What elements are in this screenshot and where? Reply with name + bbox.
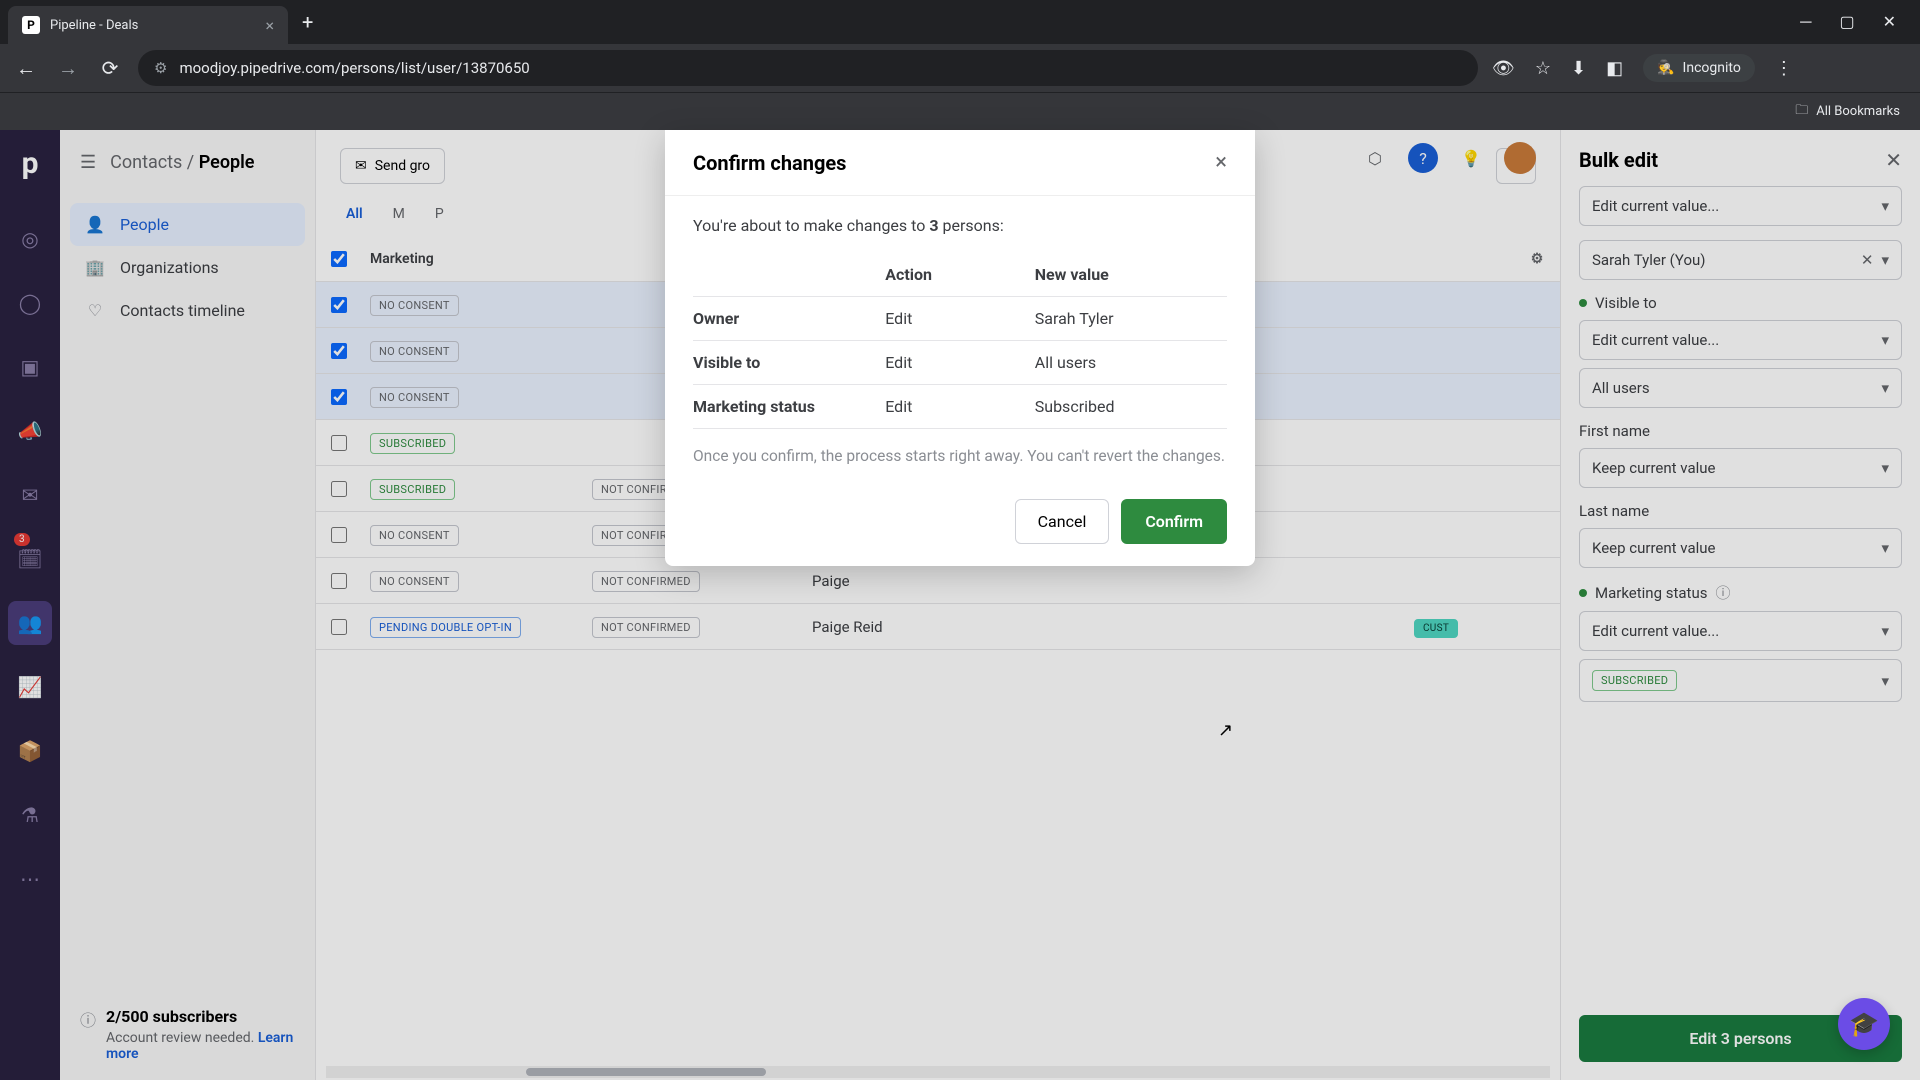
modal-warning: Once you confirm, the process starts rig…	[693, 447, 1227, 465]
close-modal-icon[interactable]: ×	[1215, 150, 1227, 175]
modal-body: You're about to make changes to 3 person…	[665, 196, 1255, 485]
incognito-chip[interactable]: 🕵 Incognito	[1643, 54, 1755, 82]
modal-header: Confirm changes ×	[665, 130, 1255, 196]
browser-chrome: P Pipeline - Deals × + ─ ▢ ✕ ← → ⟳ ⚙ moo…	[0, 0, 1920, 130]
modal-intro: You're about to make changes to 3 person…	[693, 216, 1227, 235]
confirm-button[interactable]: Confirm	[1121, 499, 1227, 544]
close-tab-icon[interactable]: ×	[265, 16, 274, 35]
star-icon[interactable]: ☆	[1535, 58, 1551, 79]
incognito-icon: 🕵	[1657, 60, 1674, 76]
modal-footer: Cancel Confirm	[665, 485, 1255, 566]
download-icon[interactable]: ⬇	[1571, 58, 1586, 79]
change-row: Marketing statusEditSubscribed	[693, 385, 1227, 429]
url-text: moodjoy.pipedrive.com/persons/list/user/…	[179, 59, 529, 77]
site-settings-icon[interactable]: ⚙	[154, 59, 167, 77]
confirm-changes-modal: Confirm changes × You're about to make c…	[665, 130, 1255, 566]
bookmarks-bar: 🗀 All Bookmarks	[0, 92, 1920, 130]
all-bookmarks-button[interactable]: 🗀 All Bookmarks	[1795, 101, 1900, 123]
col-new-value: New value	[1035, 253, 1227, 297]
favicon-icon: P	[22, 16, 40, 34]
change-action: Edit	[885, 341, 1035, 385]
change-field: Marketing status	[693, 385, 885, 429]
tab-bar: P Pipeline - Deals × + ─ ▢ ✕	[0, 0, 1920, 44]
reload-icon[interactable]: ⟳	[96, 56, 124, 80]
modal-title: Confirm changes	[693, 151, 846, 175]
browser-toolbar: ← → ⟳ ⚙ moodjoy.pipedrive.com/persons/li…	[0, 44, 1920, 92]
window-controls: ─ ▢ ✕	[1800, 12, 1912, 32]
change-field: Visible to	[693, 341, 885, 385]
eye-off-icon[interactable]: 👁	[1492, 58, 1515, 79]
new-tab-button[interactable]: +	[292, 10, 323, 34]
support-chat-icon[interactable]: 🎓	[1838, 998, 1890, 1050]
change-action: Edit	[885, 385, 1035, 429]
incognito-label: Incognito	[1683, 60, 1741, 76]
tab-title: Pipeline - Deals	[50, 18, 138, 33]
col-action: Action	[885, 253, 1035, 297]
changes-table: Action New value OwnerEditSarah TylerVis…	[693, 253, 1227, 429]
back-icon[interactable]: ←	[12, 56, 40, 81]
change-value: All users	[1035, 341, 1227, 385]
change-value: Sarah Tyler	[1035, 297, 1227, 341]
app-shell: p ◎ ◯ ▣ 📣 ✉ 🗓3 👥 📈 📦 ⚗ ⋯ ☰ Contacts / Pe…	[0, 130, 1920, 1080]
change-field: Owner	[693, 297, 885, 341]
change-action: Edit	[885, 297, 1035, 341]
browser-tab[interactable]: P Pipeline - Deals ×	[8, 6, 288, 44]
menu-icon[interactable]: ⋮	[1775, 58, 1793, 79]
close-window-icon[interactable]: ✕	[1883, 12, 1896, 32]
forward-icon[interactable]: →	[54, 56, 82, 81]
side-panel-icon[interactable]: ◧	[1606, 58, 1623, 79]
cancel-button[interactable]: Cancel	[1015, 499, 1110, 544]
change-value: Subscribed	[1035, 385, 1227, 429]
minimize-icon[interactable]: ─	[1800, 12, 1811, 32]
toolbar-right: 👁 ☆ ⬇ ◧ 🕵 Incognito ⋮	[1492, 54, 1793, 82]
change-row: Visible toEditAll users	[693, 341, 1227, 385]
address-bar[interactable]: ⚙ moodjoy.pipedrive.com/persons/list/use…	[138, 50, 1478, 86]
maximize-icon[interactable]: ▢	[1839, 12, 1854, 32]
folder-icon: 🗀	[1795, 101, 1808, 123]
change-row: OwnerEditSarah Tyler	[693, 297, 1227, 341]
